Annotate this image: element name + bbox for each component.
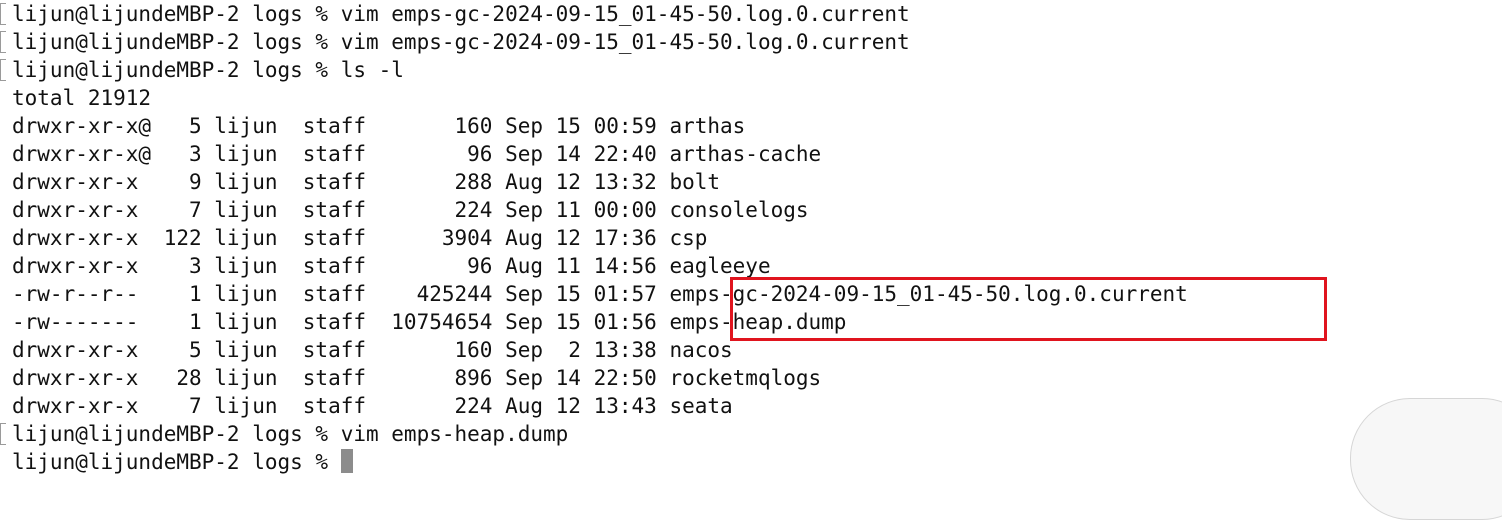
prompt-marker [0, 31, 6, 53]
highlight-box [730, 277, 1327, 341]
terminal-line: total 21912 [12, 86, 152, 110]
terminal-line: lijun@lijundeMBP-2 logs % vim emps-gc-20… [12, 2, 910, 26]
terminal-line: drwxr-xr-x 28 lijun staff 896 Sep 14 22:… [12, 366, 822, 390]
terminal-line: drwxr-xr-x@ 5 lijun staff 160 Sep 15 00:… [12, 114, 746, 138]
terminal-line: lijun@lijundeMBP-2 logs % ls -l [12, 58, 404, 82]
terminal-line: drwxr-xr-x@ 3 lijun staff 96 Sep 14 22:4… [12, 142, 822, 166]
terminal-line: drwxr-xr-x 5 lijun staff 160 Sep 2 13:38… [12, 338, 733, 362]
terminal-line: drwxr-xr-x 7 lijun staff 224 Aug 12 13:4… [12, 394, 733, 418]
prompt-marker [0, 3, 6, 25]
current-prompt: lijun@lijundeMBP-2 logs % [12, 450, 341, 474]
text-cursor [340, 449, 353, 473]
terminal-line: drwxr-xr-x 7 lijun staff 224 Sep 11 00:0… [12, 198, 809, 222]
current-prompt-line[interactable]: lijun@lijundeMBP-2 logs % [12, 448, 353, 476]
terminal-line: lijun@lijundeMBP-2 logs % vim emps-gc-20… [12, 30, 910, 54]
terminal-line: drwxr-xr-x 9 lijun staff 288 Aug 12 13:3… [12, 170, 721, 194]
terminal-line: drwxr-xr-x 3 lijun staff 96 Aug 11 14:56… [12, 254, 771, 278]
window-corner [1350, 398, 1502, 520]
terminal-line: -rw------- 1 lijun staff 10754654 Sep 15… [12, 310, 847, 334]
terminal-window[interactable]: lijun@lijundeMBP-2 logs % vim emps-gc-20… [0, 0, 1502, 520]
terminal-line: lijun@lijundeMBP-2 logs % vim emps-heap.… [12, 422, 569, 446]
terminal-line: drwxr-xr-x 122 lijun staff 3904 Aug 12 1… [12, 226, 708, 250]
prompt-marker [0, 59, 6, 81]
prompt-marker [0, 423, 6, 445]
